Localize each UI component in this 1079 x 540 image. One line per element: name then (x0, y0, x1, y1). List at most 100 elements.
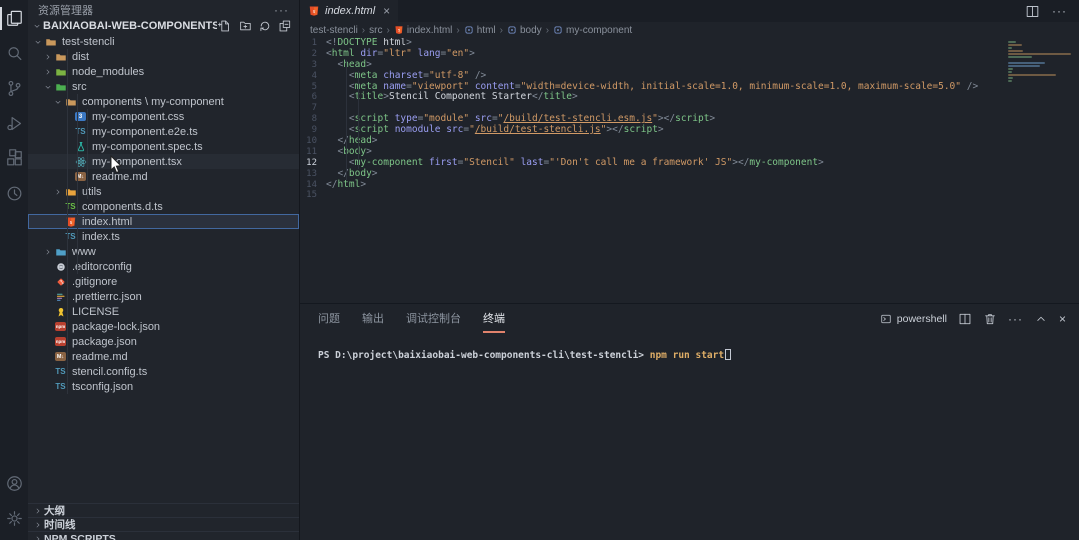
code-line-13[interactable]: 13 </body> (300, 169, 1079, 180)
more-icon[interactable]: ··· (1052, 4, 1067, 19)
split-icon[interactable] (958, 312, 972, 326)
minimap-line (1008, 53, 1071, 55)
indent-spacer (42, 276, 54, 288)
panel-tab-输出[interactable]: 输出 (362, 304, 384, 333)
breadcrumb-item-my-component[interactable]: my-component (553, 25, 632, 36)
close-icon[interactable]: × (383, 4, 390, 18)
shell-selector[interactable]: powershell (880, 313, 947, 325)
search-icon (5, 44, 24, 63)
chevron-right-icon (32, 533, 44, 540)
tree-item-components-d-ts[interactable]: TScomponents.d.ts (28, 199, 299, 214)
tree-item-editorconfig[interactable]: .editorconfig (28, 259, 299, 274)
tree-item-www[interactable]: www (28, 244, 299, 259)
minimap-line (1008, 44, 1022, 46)
section-label: NPM SCRIPTS (44, 533, 116, 540)
tree-item-my-component-css[interactable]: 3my-component.css (28, 109, 299, 124)
tree-item-my-component-tsx[interactable]: my-component.tsx (28, 154, 299, 169)
tree-item-readme-md[interactable]: M↓readme.md (28, 349, 299, 364)
sidebar-title: 资源管理器 (38, 2, 93, 18)
panel-tab-调试控制台[interactable]: 调试控制台 (406, 304, 461, 333)
sidebar-more-icon[interactable]: ··· (274, 3, 289, 17)
tab-index-html[interactable]: 5 index.html × (300, 0, 398, 22)
tree-item-utils[interactable]: utils (28, 184, 299, 199)
ts-blue-icon: TS (74, 126, 87, 138)
line-number: 15 (300, 190, 326, 201)
indent-spacer (62, 126, 74, 138)
split-editor-icon[interactable] (1025, 4, 1040, 19)
code-line-10[interactable]: 10 </head> (300, 136, 1079, 147)
symbol-icon (464, 25, 474, 35)
tree-item-prettierrc-json[interactable]: .prettierrc.json (28, 289, 299, 304)
tree-item-tsconfig-json[interactable]: TStsconfig.json (28, 379, 299, 394)
tree-item-readme-md[interactable]: M↓readme.md (28, 169, 299, 184)
tree-item-label: LICENSE (72, 306, 119, 318)
activitybar-source-control[interactable] (0, 71, 28, 106)
tree-item-node-modules[interactable]: node_modules (28, 64, 299, 79)
activitybar-explorer[interactable] (0, 1, 28, 36)
new-folder-icon[interactable] (237, 18, 253, 34)
tree-item-package-lock-json[interactable]: npmpackage-lock.json (28, 319, 299, 334)
activitybar-account[interactable] (0, 466, 28, 501)
new-file-icon[interactable] (217, 18, 233, 34)
terminal-content[interactable]: PS D:\project\baixiaobai-web-components-… (300, 333, 1079, 540)
code-line-15[interactable]: 15 (300, 190, 1079, 201)
activitybar-extensions[interactable] (0, 141, 28, 176)
chevron-down-icon (42, 81, 54, 93)
prettier-icon (54, 291, 67, 303)
code-line-14[interactable]: 14</html> (300, 180, 1079, 191)
breadcrumb-item-body[interactable]: body (507, 25, 542, 36)
project-section-header[interactable]: BAIXIAOBAI-WEB-COMPONENTS-CLI (28, 18, 299, 34)
more-icon[interactable]: ··· (1008, 312, 1023, 326)
code-line-12[interactable]: 12 <my-component first="Stencil" last="'… (300, 158, 1079, 169)
ts-blue-icon: TS (64, 231, 77, 243)
activitybar-history[interactable] (0, 176, 28, 211)
breadcrumb-item-test-stencli[interactable]: test-stencli (310, 25, 358, 36)
panel-tab-问题[interactable]: 问题 (318, 304, 340, 333)
tree-item-package-json[interactable]: npmpackage.json (28, 334, 299, 349)
html-icon: 5 (308, 5, 320, 17)
refresh-icon[interactable] (257, 18, 273, 34)
code-line-2[interactable]: 2<html dir="ltr" lang="en"> (300, 49, 1079, 60)
tree-item-test-stencli[interactable]: test-stencli (28, 34, 299, 49)
files-icon (5, 9, 24, 28)
close-icon[interactable]: × (1059, 312, 1067, 326)
code-line-6[interactable]: 6 <title>Stencil Component Starter</titl… (300, 92, 1079, 103)
line-number: 1 (300, 38, 326, 49)
tree-item-src[interactable]: src (28, 79, 299, 94)
chevron-right-icon (32, 505, 44, 517)
shell-name: powershell (897, 313, 947, 325)
activitybar-settings[interactable] (0, 501, 28, 536)
code-line-9[interactable]: 9 <script nomodule src="/build/test-sten… (300, 125, 1079, 136)
ts-blue-icon: TS (54, 366, 67, 378)
tree-item-index-html[interactable]: 5index.html (28, 214, 299, 229)
breadcrumb-item-index-html[interactable]: 5index.html (394, 25, 453, 36)
tree-item-license[interactable]: LICENSE (28, 304, 299, 319)
collapse-all-icon[interactable] (277, 18, 293, 34)
section-npm-scripts[interactable]: NPM SCRIPTS (28, 531, 299, 540)
code-editor[interactable]: 1<!DOCTYPE html>2<html dir="ltr" lang="e… (300, 38, 1079, 303)
tree-item-label: my-component.tsx (92, 156, 182, 168)
chevron-up-icon[interactable] (1034, 312, 1048, 326)
tree-item-components-my-component[interactable]: components \ my-component (28, 94, 299, 109)
breadcrumb-separator: › (500, 25, 503, 36)
tree-item-label: .editorconfig (72, 261, 132, 273)
breadcrumb: test-stencli›src›5index.html›html›body›m… (300, 22, 1079, 38)
panel-tab-终端[interactable]: 终端 (483, 304, 505, 333)
breadcrumb-item-src[interactable]: src (369, 25, 382, 36)
tree-item-dist[interactable]: dist (28, 49, 299, 64)
bottom-panel: 问题输出调试控制台终端 powershell ··· × PS D:\projec… (300, 303, 1079, 540)
code-text: </html> (326, 180, 366, 191)
tree-item-my-component-e2e-ts[interactable]: TSmy-component.e2e.ts (28, 124, 299, 139)
tree-item-my-component-spec-ts[interactable]: my-component.spec.ts (28, 139, 299, 154)
tree-item-stencil-config-ts[interactable]: TSstencil.config.ts (28, 364, 299, 379)
activitybar-run-and-debug[interactable] (0, 106, 28, 141)
react-icon (74, 156, 87, 168)
tree-item-index-ts[interactable]: TSindex.ts (28, 229, 299, 244)
breadcrumb-item-html[interactable]: html (464, 25, 496, 36)
trash-icon[interactable] (983, 312, 997, 326)
section-时间线[interactable]: 时间线 (28, 517, 299, 531)
tree-item-gitignore[interactable]: .gitignore (28, 274, 299, 289)
minimap[interactable] (1008, 41, 1074, 86)
activitybar-search[interactable] (0, 36, 28, 71)
section-大纲[interactable]: 大纲 (28, 503, 299, 517)
